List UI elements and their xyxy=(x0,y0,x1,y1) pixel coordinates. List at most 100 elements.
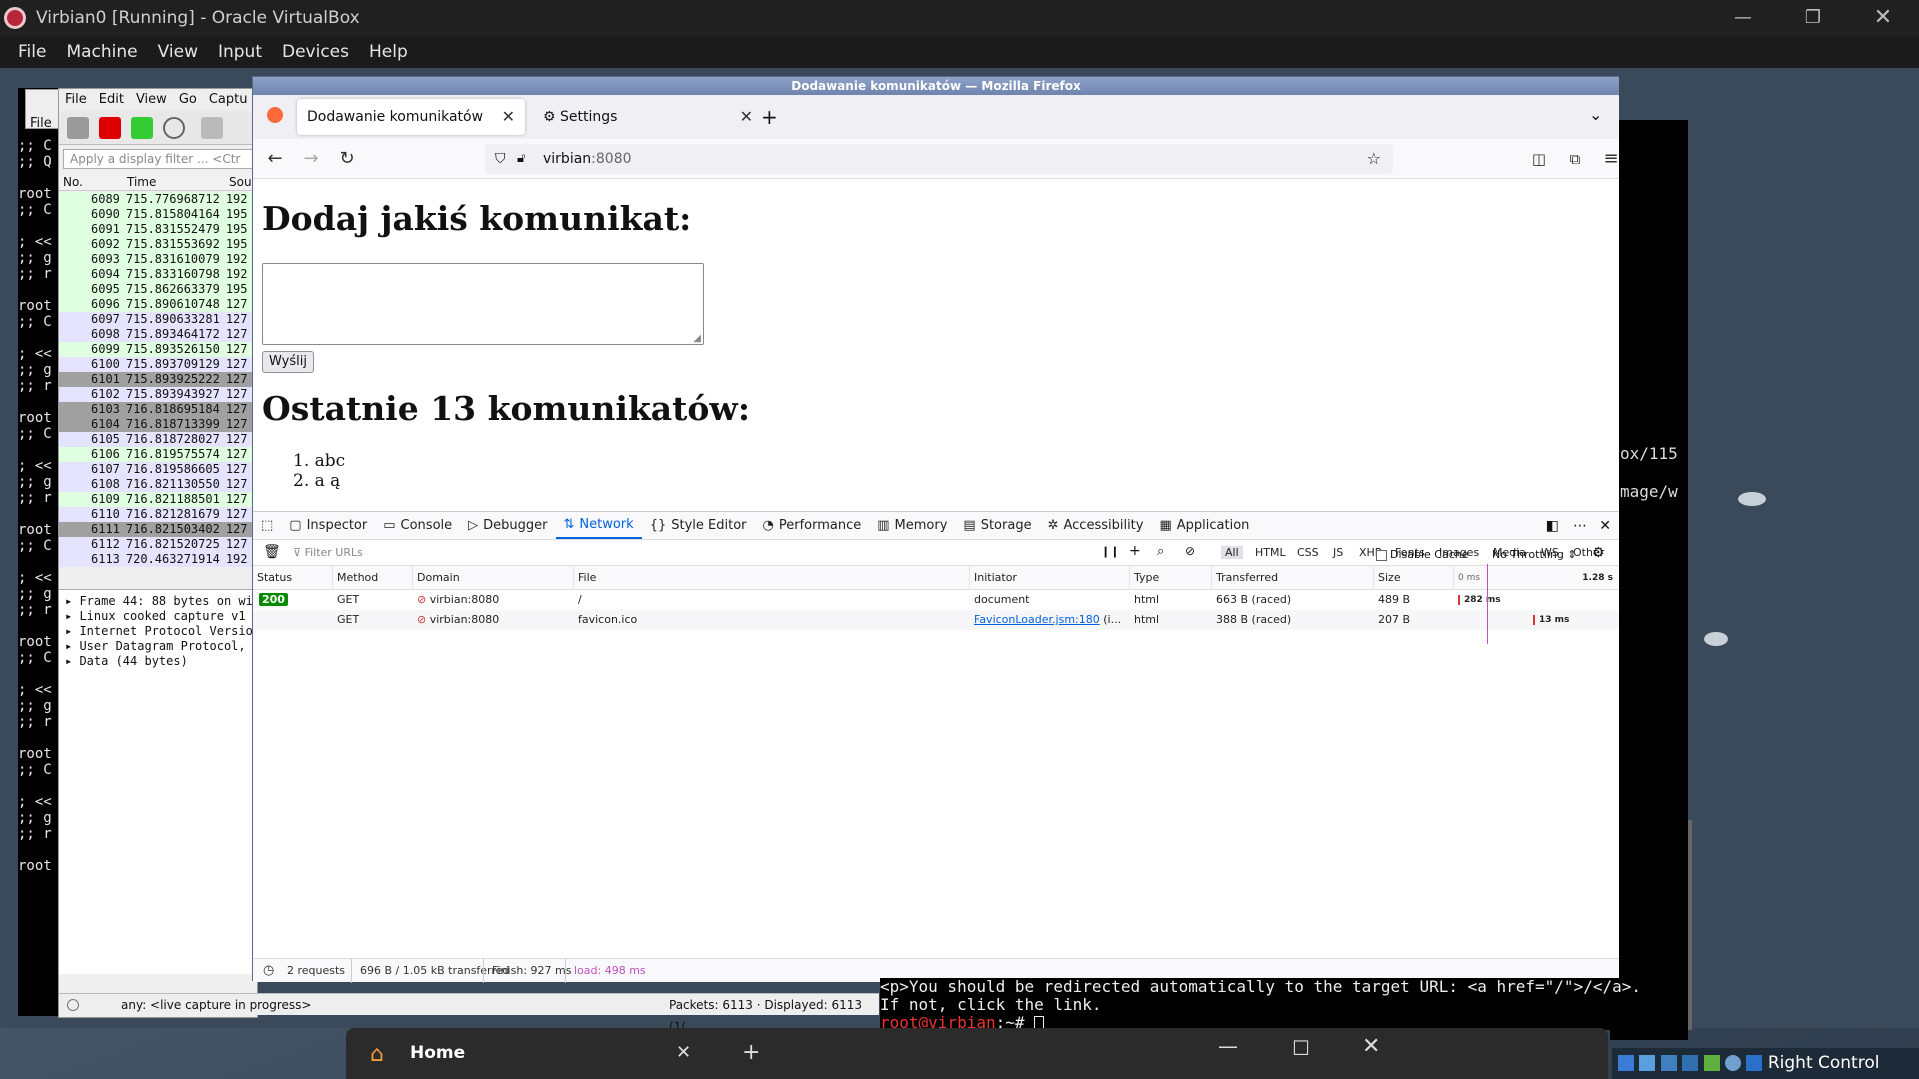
menu-help[interactable]: Help xyxy=(359,36,418,68)
filter-urls-input[interactable]: ⊽ Filter URLs xyxy=(293,546,363,559)
table-row[interactable]: 6104 716.818713399 127 xyxy=(59,417,259,432)
tab-performance[interactable]: ◔ Performance xyxy=(755,512,870,539)
extensions-icon[interactable]: ⧉ xyxy=(1563,147,1587,171)
display-icon[interactable] xyxy=(1660,1055,1677,1071)
ws-menu-capture[interactable]: Captu xyxy=(203,89,254,111)
message-textarea[interactable]: ◢ xyxy=(262,263,704,345)
table-row[interactable]: 6097 715.890633281 127 xyxy=(59,312,259,327)
close-tab-icon[interactable]: ✕ xyxy=(740,99,753,135)
tab-inspector[interactable]: ▢ Inspector xyxy=(281,512,375,539)
tab-memory[interactable]: ▥ Memory xyxy=(869,512,955,539)
table-row[interactable]: 6106 716.819575574 127 xyxy=(59,447,259,462)
header-domain[interactable]: Domain xyxy=(413,566,574,590)
ws-menu-view[interactable]: View xyxy=(130,89,173,111)
tab-accessibility[interactable]: ✲ Accessibility xyxy=(1040,512,1152,539)
minimize-icon[interactable]: — xyxy=(1708,0,1778,36)
restart-capture-icon[interactable] xyxy=(131,117,153,139)
filter-html[interactable]: HTML xyxy=(1255,546,1286,559)
folder-icon[interactable] xyxy=(1639,1055,1656,1071)
filter-all[interactable]: All xyxy=(1221,546,1243,559)
download-icon[interactable] xyxy=(1746,1055,1763,1071)
ws-menu-file[interactable]: File xyxy=(59,89,93,111)
ws-menu-edit[interactable]: Edit xyxy=(93,89,130,111)
filter-js[interactable]: JS xyxy=(1333,546,1343,559)
table-row[interactable]: 6090 715.815804164 195 xyxy=(59,207,259,222)
tab-network[interactable]: ⇅ Network xyxy=(555,512,642,539)
header-initiator[interactable]: Initiator xyxy=(970,566,1130,590)
table-row[interactable]: 6092 715.831553692 195 xyxy=(59,237,259,252)
home-window[interactable]: ⌂ Home ✕ + — ☐ ✕ xyxy=(346,1028,1608,1079)
detail-row[interactable]: ▸ Frame 44: 88 bytes on wi xyxy=(59,594,259,609)
display-filter-input[interactable]: Apply a display filter ... <Ctr xyxy=(63,149,257,169)
open-file-icon[interactable] xyxy=(201,117,223,139)
trash-icon[interactable]: 🗑︎ xyxy=(263,544,281,560)
header-size[interactable]: Size xyxy=(1374,566,1454,590)
table-row[interactable]: 6110 716.821281679 127 xyxy=(59,507,259,522)
detail-row[interactable]: ▸ Linux cooked capture v1 xyxy=(59,609,259,624)
detail-row[interactable]: ▸ Data (44 bytes) xyxy=(59,654,259,669)
table-row[interactable]: 6112 716.821520725 127 xyxy=(59,537,259,552)
ws-menu-go[interactable]: Go xyxy=(173,89,203,111)
forward-icon[interactable]: → xyxy=(299,147,323,171)
more-icon[interactable]: ⋯ xyxy=(1573,512,1587,540)
block-icon[interactable]: ⊘ xyxy=(1185,544,1195,558)
shark-fin-icon[interactable] xyxy=(67,117,89,139)
table-row[interactable]: 6103 716.818695184 127 xyxy=(59,402,259,417)
tab-application[interactable]: ▦ Application xyxy=(1151,512,1257,539)
shield-icon[interactable]: ⛉ xyxy=(495,144,506,174)
table-row[interactable]: 6102 715.893943927 127 xyxy=(59,387,259,402)
request-row[interactable]: 200 GET ⊘ virbian:8080 / document html 6… xyxy=(253,590,1619,610)
table-row[interactable]: 6113 720.463271914 192 xyxy=(59,552,259,567)
tab-settings[interactable]: ⚙ Settings ✕ xyxy=(533,99,763,135)
pause-icon[interactable]: ❙❙ xyxy=(1101,545,1119,558)
table-row[interactable]: 6093 715.831610079 192 xyxy=(59,252,259,267)
pick-element-icon[interactable]: ⬚ xyxy=(253,512,281,539)
close-icon[interactable]: ✕ xyxy=(1362,1034,1380,1059)
firefox-view-icon[interactable] xyxy=(267,107,283,123)
table-row[interactable]: 6107 716.819586605 127 xyxy=(59,462,259,477)
menu-machine[interactable]: Machine xyxy=(56,36,147,68)
header-status[interactable]: Status xyxy=(253,566,333,590)
col-source[interactable]: Sou xyxy=(229,175,252,189)
menu-view[interactable]: View xyxy=(148,36,208,68)
tab-style-editor[interactable]: {} Style Editor xyxy=(642,512,755,539)
table-row[interactable]: 6099 715.893526150 127 xyxy=(59,342,259,357)
back-icon[interactable]: ← xyxy=(263,147,287,171)
menu-file[interactable]: File xyxy=(8,36,56,68)
stop-capture-icon[interactable] xyxy=(99,117,121,139)
table-row[interactable]: 6098 715.893464172 127 xyxy=(59,327,259,342)
terminal-right[interactable]: ox/115 mage/w xyxy=(1610,120,1688,1040)
new-tab-icon[interactable]: + xyxy=(761,105,778,129)
settings-gear-icon[interactable]: ⚙ xyxy=(1592,545,1605,561)
close-tab-icon[interactable]: ✕ xyxy=(502,99,515,135)
close-devtools-icon[interactable]: ✕ xyxy=(1599,512,1611,540)
detail-row[interactable]: ▸ User Datagram Protocol, xyxy=(59,639,259,654)
table-row[interactable]: 6109 716.821188501 127 xyxy=(59,492,259,507)
table-row[interactable]: 6108 716.821130550 127 xyxy=(59,477,259,492)
maximize-icon[interactable]: ☐ xyxy=(1292,1036,1310,1060)
menu-hamburger-icon[interactable]: ≡ xyxy=(1599,147,1623,171)
network-adapter-icon[interactable] xyxy=(1682,1055,1699,1071)
add-icon[interactable]: + xyxy=(1129,543,1141,559)
send-button[interactable]: Wyślij xyxy=(262,351,314,373)
tab-console[interactable]: ▭ Console xyxy=(375,512,460,539)
table-row[interactable]: 6095 715.862663379 195 xyxy=(59,282,259,297)
options-gear-icon[interactable] xyxy=(163,117,185,139)
header-timeline[interactable]: 0 ms 1.28 s xyxy=(1454,566,1619,590)
usb-icon[interactable] xyxy=(1703,1055,1720,1071)
terminal-bottom[interactable]: <p>You should be redirected automaticall… xyxy=(880,978,1684,1032)
filter-css[interactable]: CSS xyxy=(1297,546,1319,559)
tab-storage[interactable]: ▤ Storage xyxy=(955,512,1039,539)
header-transferred[interactable]: Transferred xyxy=(1212,566,1374,590)
disable-cache-toggle[interactable]: Disable Cache xyxy=(1376,548,1469,561)
table-row[interactable]: 6111 716.821503402 127 xyxy=(59,522,259,537)
url-bar[interactable]: ⛉ 🔓︎ virbian:8080 ☆ xyxy=(485,144,1393,174)
lock-icon[interactable]: 🔓︎ xyxy=(517,144,525,174)
initiator-link[interactable]: FaviconLoader.jsm:180 xyxy=(974,613,1100,626)
bookmark-star-icon[interactable]: ☆ xyxy=(1367,144,1381,174)
scrollbar[interactable] xyxy=(1688,820,1692,1030)
table-row[interactable]: 6105 716.818728027 127 xyxy=(59,432,259,447)
tab-dodawanie[interactable]: Dodawanie komunikatów ✕ xyxy=(297,99,525,135)
new-tab-icon[interactable]: + xyxy=(742,1040,760,1065)
dock-icon[interactable]: ◧ xyxy=(1546,512,1559,540)
